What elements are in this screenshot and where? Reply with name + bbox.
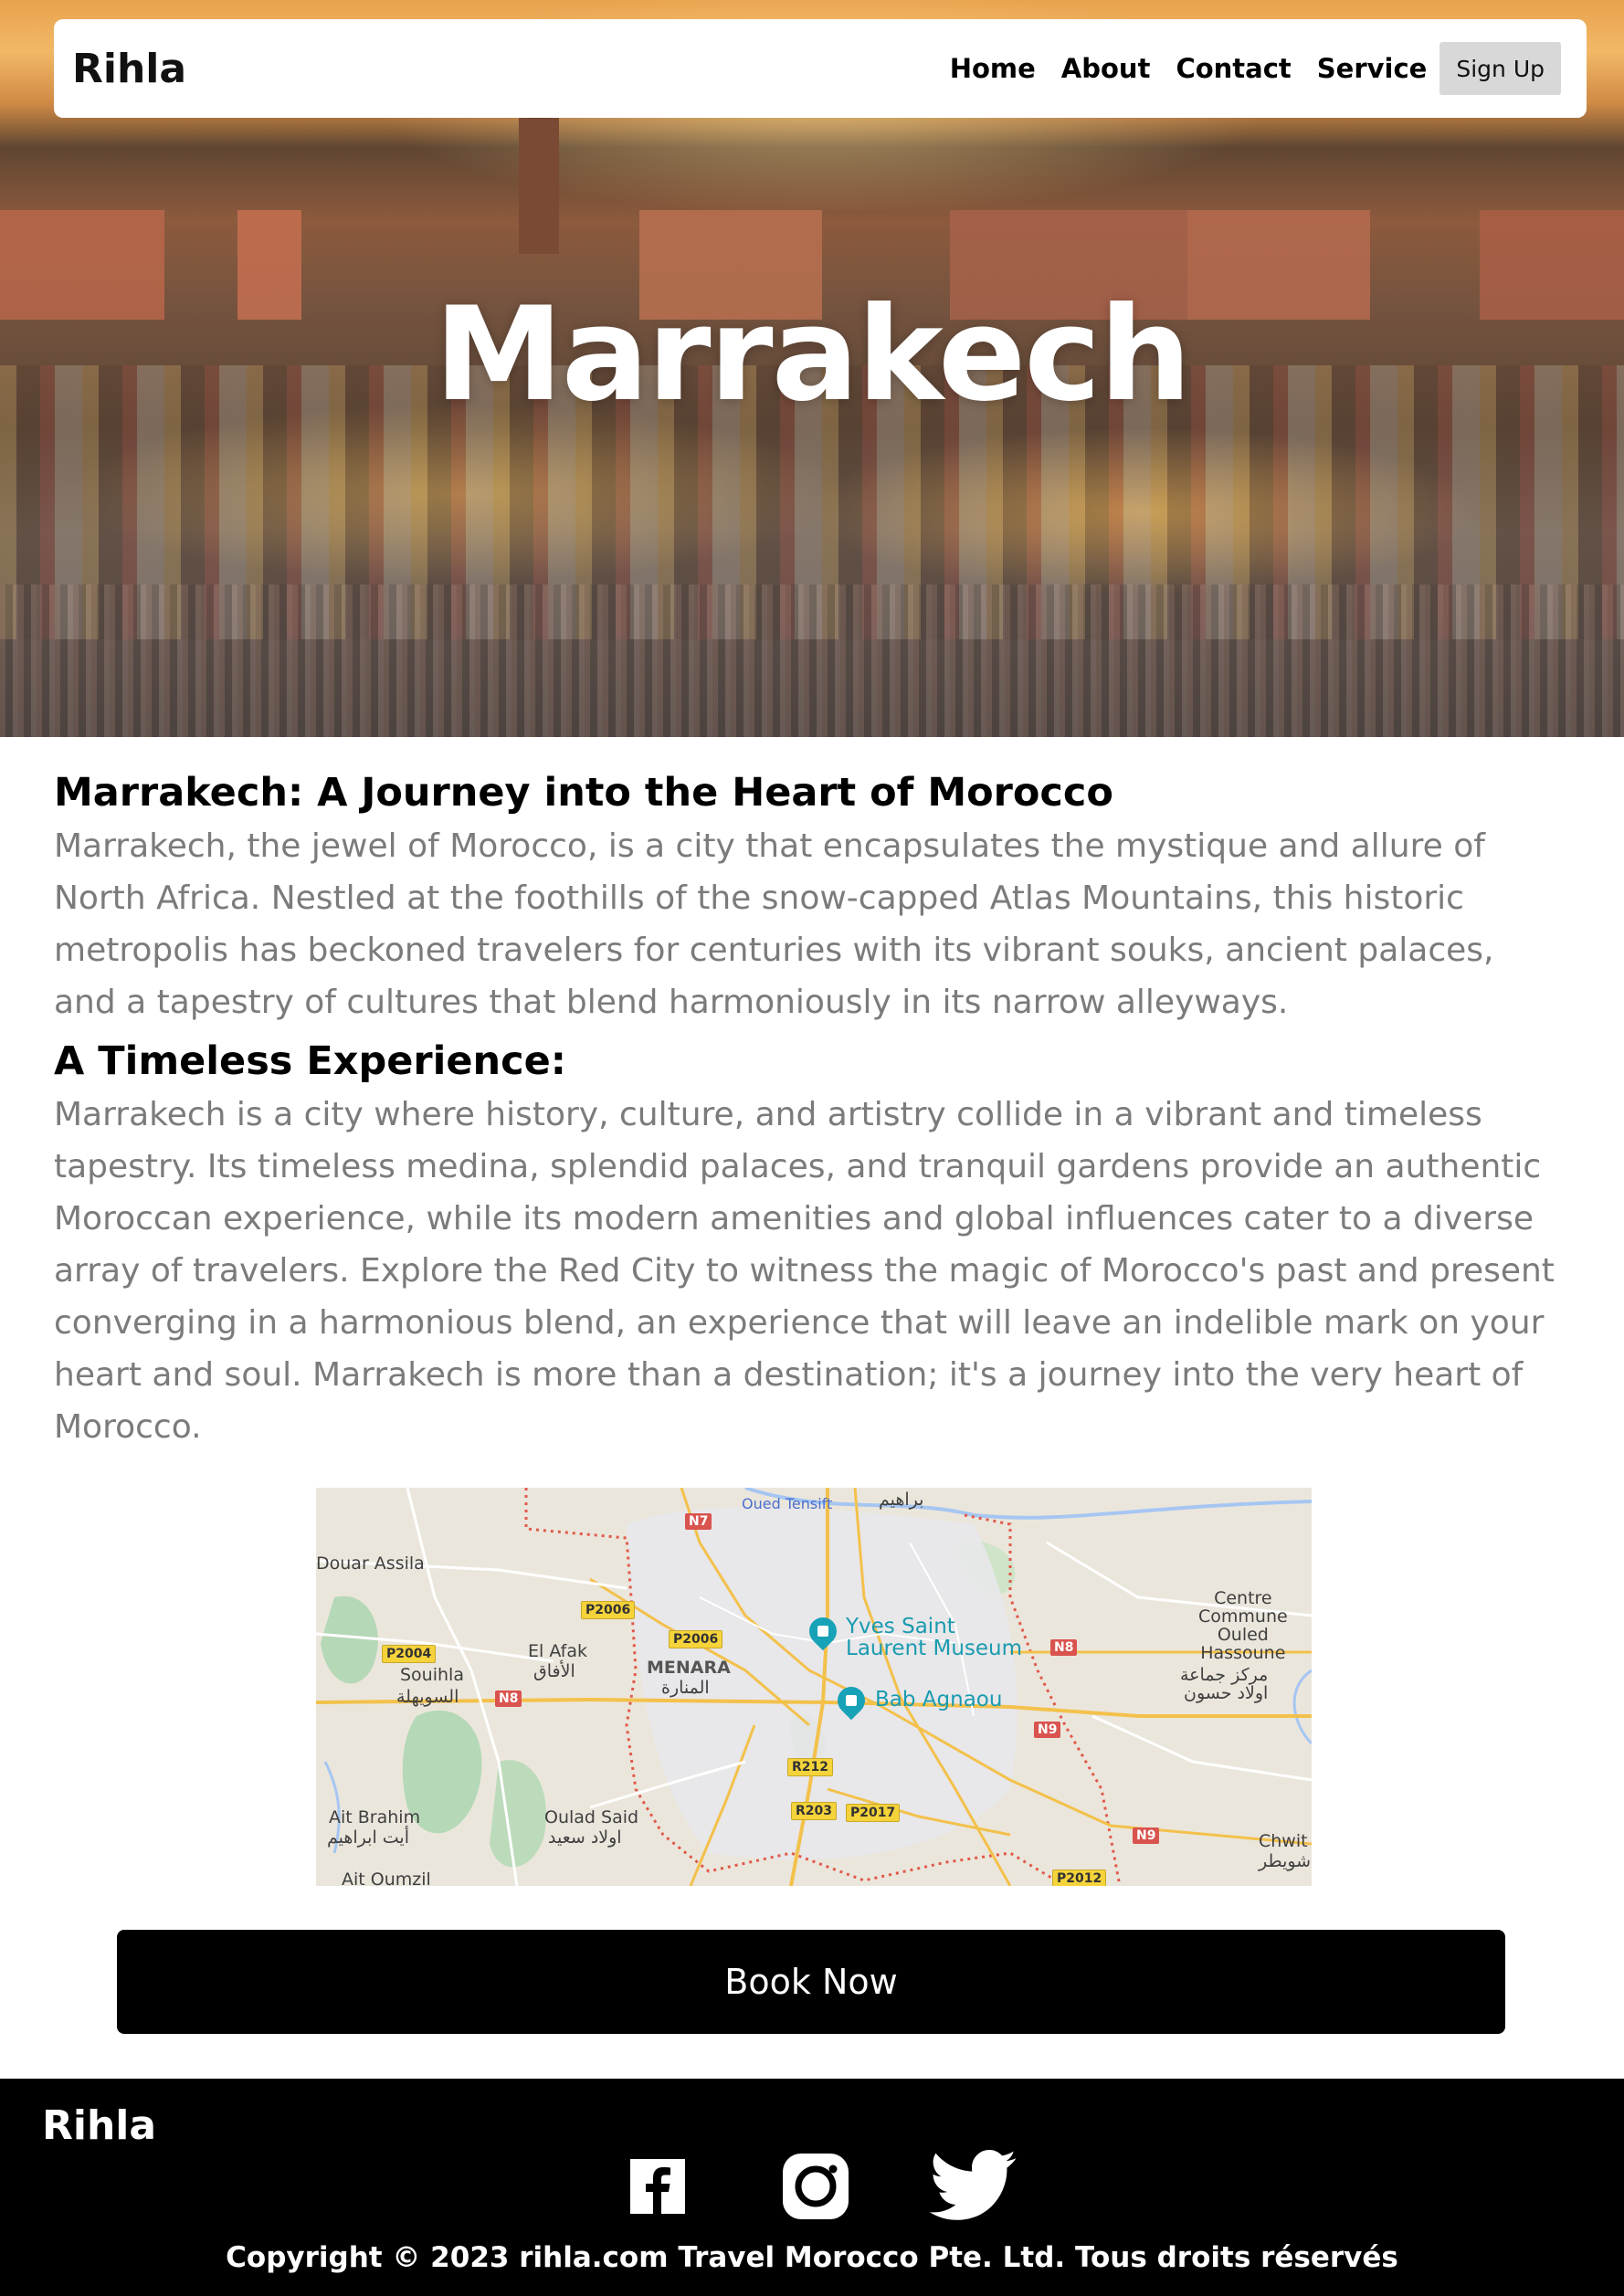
map-place-ait-brahim-ar: أيت ابراهيم <box>327 1827 409 1848</box>
map-place-centre-ouled-ar: مركز جماعة اولاد حسون <box>1180 1665 1269 1703</box>
section-heading: A Timeless Experience: <box>54 1038 566 1084</box>
map-place-chwiter: Chwit <box>1259 1831 1308 1851</box>
road-badge-p2012: P2012 <box>1052 1869 1107 1886</box>
road-badge-r203: R203 <box>791 1802 838 1820</box>
road-badge-p2006-a: P2006 <box>581 1601 636 1619</box>
hero-square <box>0 585 1624 737</box>
section-body: Marrakech is a city where history, cultu… <box>54 1096 1555 1446</box>
nav-links: Home About Contact Service Sign Up <box>924 42 1561 95</box>
nav-home[interactable]: Home <box>950 53 1036 84</box>
map-place-top-ar: براهيم <box>879 1490 924 1510</box>
facebook-icon[interactable] <box>614 2150 696 2223</box>
instagram-icon[interactable] <box>773 2150 855 2223</box>
road-badge-p2006-b: P2006 <box>669 1630 723 1648</box>
brand-logo[interactable]: Rihla <box>72 46 186 92</box>
map-poi-bab-agnaou[interactable]: Bab Agnaou <box>875 1689 1002 1711</box>
twitter-icon[interactable] <box>928 2150 1017 2223</box>
navbar: Rihla Home About Contact Service Sign Up <box>54 19 1587 118</box>
book-now-button[interactable]: Book Now <box>117 1930 1505 2034</box>
map-place-chwiter-ar: شويطر <box>1259 1851 1312 1871</box>
road-badge-n9-mid: N9 <box>1034 1722 1061 1738</box>
road-badge-n9-right: N9 <box>1133 1827 1160 1844</box>
road-badge-n8-right: N8 <box>1050 1639 1078 1656</box>
map-place-oulad-said-ar: اولاد سعيد <box>548 1827 622 1848</box>
map-place-douar-assila: Douar Assila <box>316 1553 425 1574</box>
road-badge-p2004: P2004 <box>382 1645 437 1663</box>
map-place-menara: MENARA <box>647 1658 731 1678</box>
road-badge-p2017: P2017 <box>846 1804 901 1822</box>
hero-title: Marrakech <box>434 279 1191 430</box>
map-place-centre-ouled: Centre Commune Ouled Hassoune <box>1198 1588 1288 1663</box>
footer: Rihla Copyright © 2023 rihla.com Travel … <box>0 2079 1624 2296</box>
article-intro: Marrakech, the jewel of Morocco, is a ci… <box>54 827 1494 1021</box>
map-canvas <box>316 1488 1312 1886</box>
nav-about[interactable]: About <box>1061 53 1151 84</box>
map-place-el-afak-ar: الأفاق <box>533 1661 575 1681</box>
map-place-souihla: Souihla <box>400 1665 464 1685</box>
map-place-el-afak: El Afak <box>528 1641 587 1661</box>
location-map[interactable]: Douar Assila El Afak الأفاق Souihla السو… <box>316 1488 1312 1886</box>
copyright-text: Copyright © 2023 rihla.com Travel Morocc… <box>226 2241 1398 2274</box>
footer-brand[interactable]: Rihla <box>42 2102 156 2149</box>
map-place-souihla-ar: السويهلة <box>396 1687 459 1707</box>
road-badge-n8-left: N8 <box>495 1690 522 1707</box>
article: Marrakech: A Journey into the Heart of M… <box>54 765 1561 1453</box>
nav-service[interactable]: Service <box>1317 53 1428 84</box>
signup-button[interactable]: Sign Up <box>1439 42 1561 95</box>
map-poi-ysl-museum[interactable]: Yves Saint Laurent Museum <box>846 1616 1022 1659</box>
road-badge-r212: R212 <box>787 1758 834 1776</box>
article-heading: Marrakech: A Journey into the Heart of M… <box>54 770 1113 816</box>
map-place-menara-ar: المنارة <box>661 1678 710 1698</box>
map-place-oulad-said: Oulad Said <box>544 1807 639 1827</box>
map-place-ait-oumzil: Ait Oumzil <box>342 1869 431 1886</box>
nav-contact[interactable]: Contact <box>1176 53 1291 84</box>
map-place-ait-brahim: Ait Brahim <box>329 1807 421 1827</box>
map-river-label: Oued Tensift <box>742 1495 833 1512</box>
road-badge-n7: N7 <box>685 1513 712 1530</box>
